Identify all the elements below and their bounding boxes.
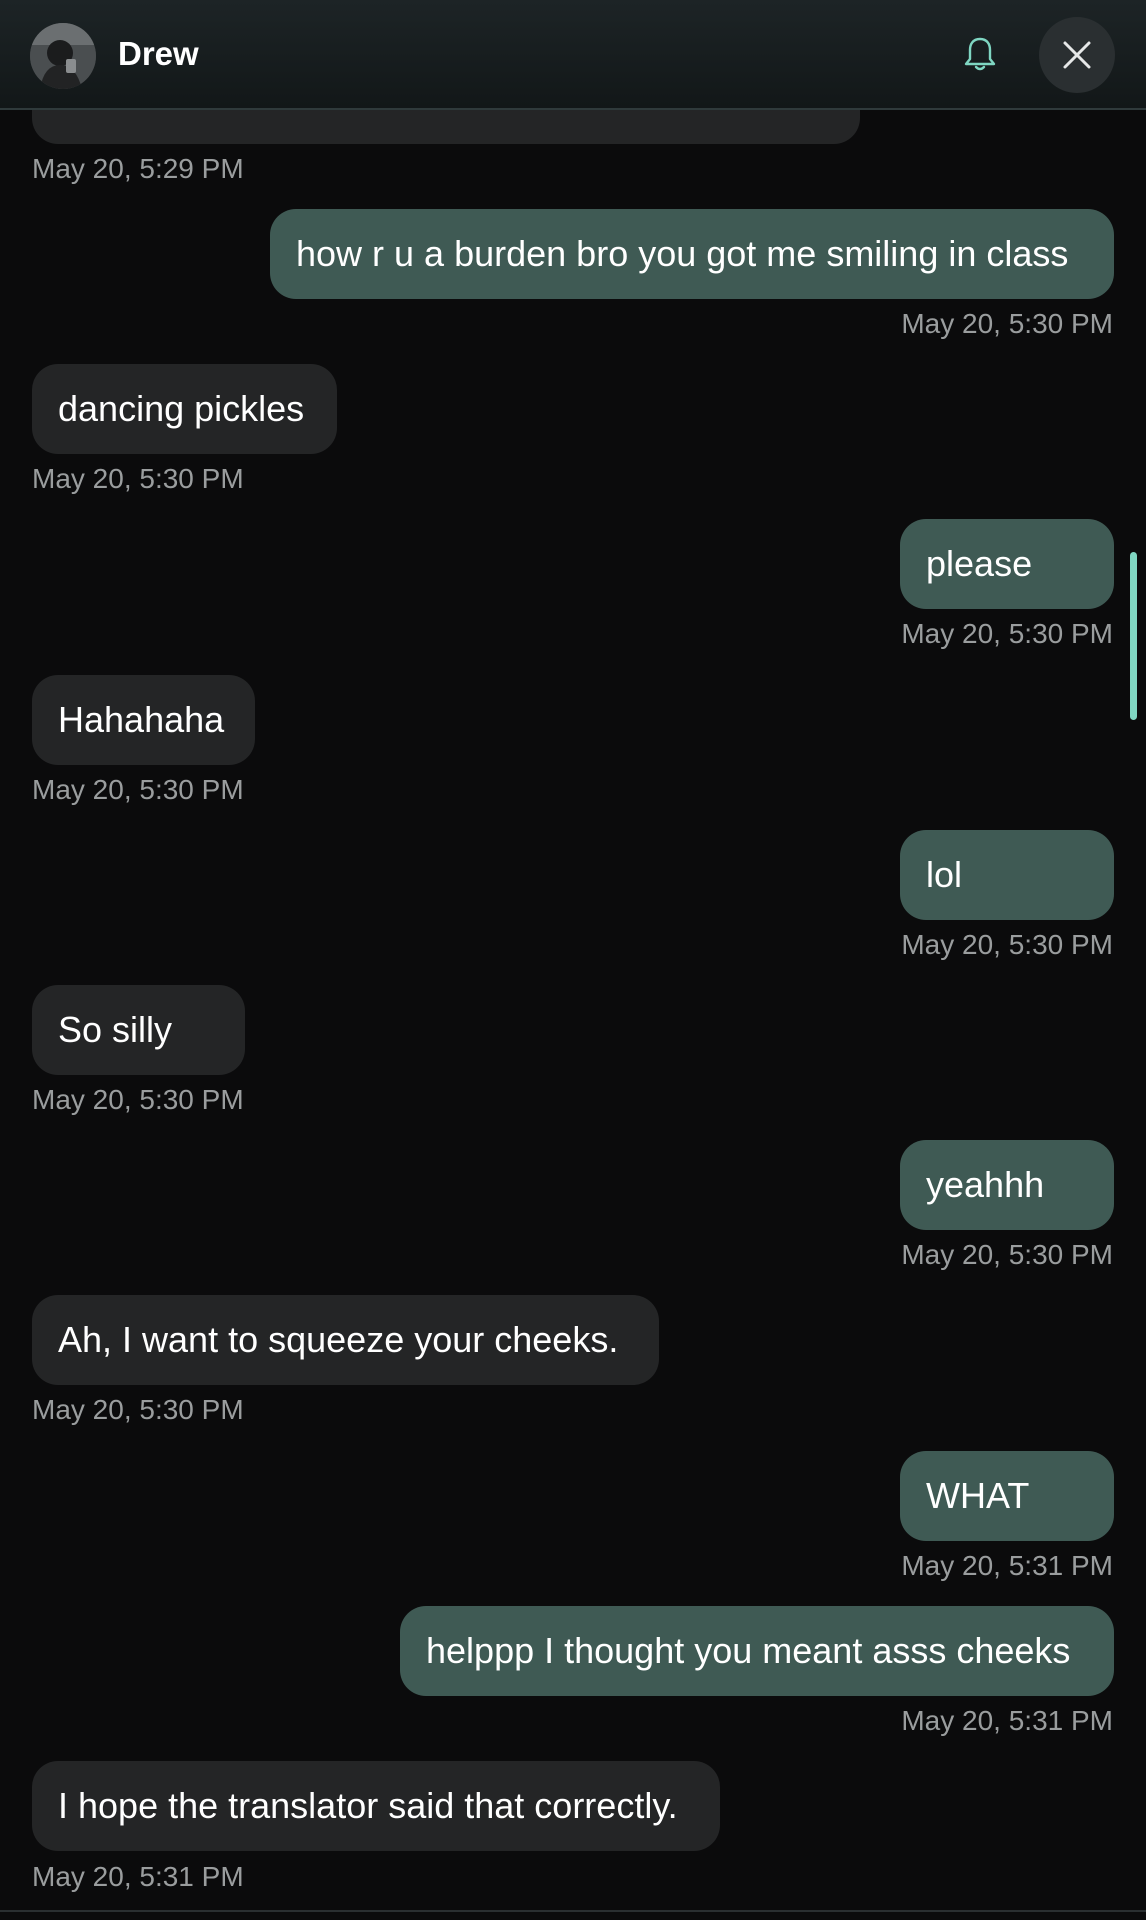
- message-timestamp: May 20, 5:29 PM: [32, 153, 244, 184]
- outgoing-message-bubble: helppp I thought you meant asss cheeks: [400, 1606, 1114, 1696]
- incoming-message-bubble: I hope the translator said that correctl…: [32, 1761, 720, 1851]
- message-list[interactable]: May 20, 5:29 PM how r u a burden bro you…: [0, 0, 1146, 1920]
- message-text: how r u a burden bro you got me smiling …: [296, 233, 1069, 274]
- incoming-message-bubble: So silly: [32, 985, 245, 1075]
- message-text: So silly: [58, 1009, 173, 1050]
- avatar[interactable]: [30, 23, 96, 89]
- message-text: WHAT: [926, 1475, 1030, 1516]
- message-timestamp: May 20, 5:30 PM: [32, 1394, 244, 1425]
- incoming-message-bubble: dancing pickles: [32, 364, 337, 454]
- incoming-message-bubble: Hahahaha: [32, 675, 255, 765]
- message-text: helppp I thought you meant asss cheeks: [426, 1630, 1071, 1671]
- incoming-message-bubble: Ah, I want to squeeze your cheeks.: [32, 1295, 659, 1385]
- message-timestamp: May 20, 5:31 PM: [32, 1861, 244, 1892]
- close-button[interactable]: [1039, 17, 1115, 93]
- close-icon: [1063, 41, 1091, 69]
- message-text: Ah, I want to squeeze your cheeks.: [58, 1319, 619, 1360]
- outgoing-message-bubble: how r u a burden bro you got me smiling …: [270, 209, 1114, 299]
- chat-header: Drew: [0, 0, 1146, 110]
- contact-name[interactable]: Drew: [118, 32, 199, 76]
- message-text: I hope the translator said that correctl…: [58, 1785, 678, 1826]
- message-text: please: [926, 543, 1033, 584]
- message-timestamp: May 20, 5:30 PM: [901, 929, 1113, 960]
- message-timestamp: May 20, 5:30 PM: [32, 1084, 244, 1115]
- outgoing-message-bubble: WHAT: [900, 1451, 1114, 1541]
- message-text: yeahhh: [926, 1164, 1045, 1205]
- message-timestamp: May 20, 5:30 PM: [901, 308, 1113, 339]
- bell-icon: [964, 37, 996, 71]
- message-timestamp: May 20, 5:30 PM: [32, 463, 244, 494]
- message-timestamp: May 20, 5:30 PM: [901, 1239, 1113, 1270]
- avatar-photo-icon: [30, 23, 96, 89]
- message-text: lol: [926, 854, 963, 895]
- message-text: Hahahaha: [58, 699, 225, 740]
- notifications-button[interactable]: [956, 30, 1004, 78]
- message-timestamp: May 20, 5:30 PM: [901, 618, 1113, 649]
- outgoing-message-bubble: yeahhh: [900, 1140, 1114, 1230]
- outgoing-message-bubble: lol: [900, 830, 1114, 920]
- outgoing-message-bubble: please: [900, 519, 1114, 609]
- chat-screen: May 20, 5:29 PM how r u a burden bro you…: [0, 0, 1146, 1920]
- message-text: dancing pickles: [58, 388, 305, 429]
- scrollbar-thumb[interactable]: [1130, 552, 1137, 720]
- message-timestamp: May 20, 5:30 PM: [32, 774, 244, 805]
- message-timestamp: May 20, 5:31 PM: [901, 1550, 1113, 1581]
- message-timestamp: May 20, 5:31 PM: [901, 1705, 1113, 1736]
